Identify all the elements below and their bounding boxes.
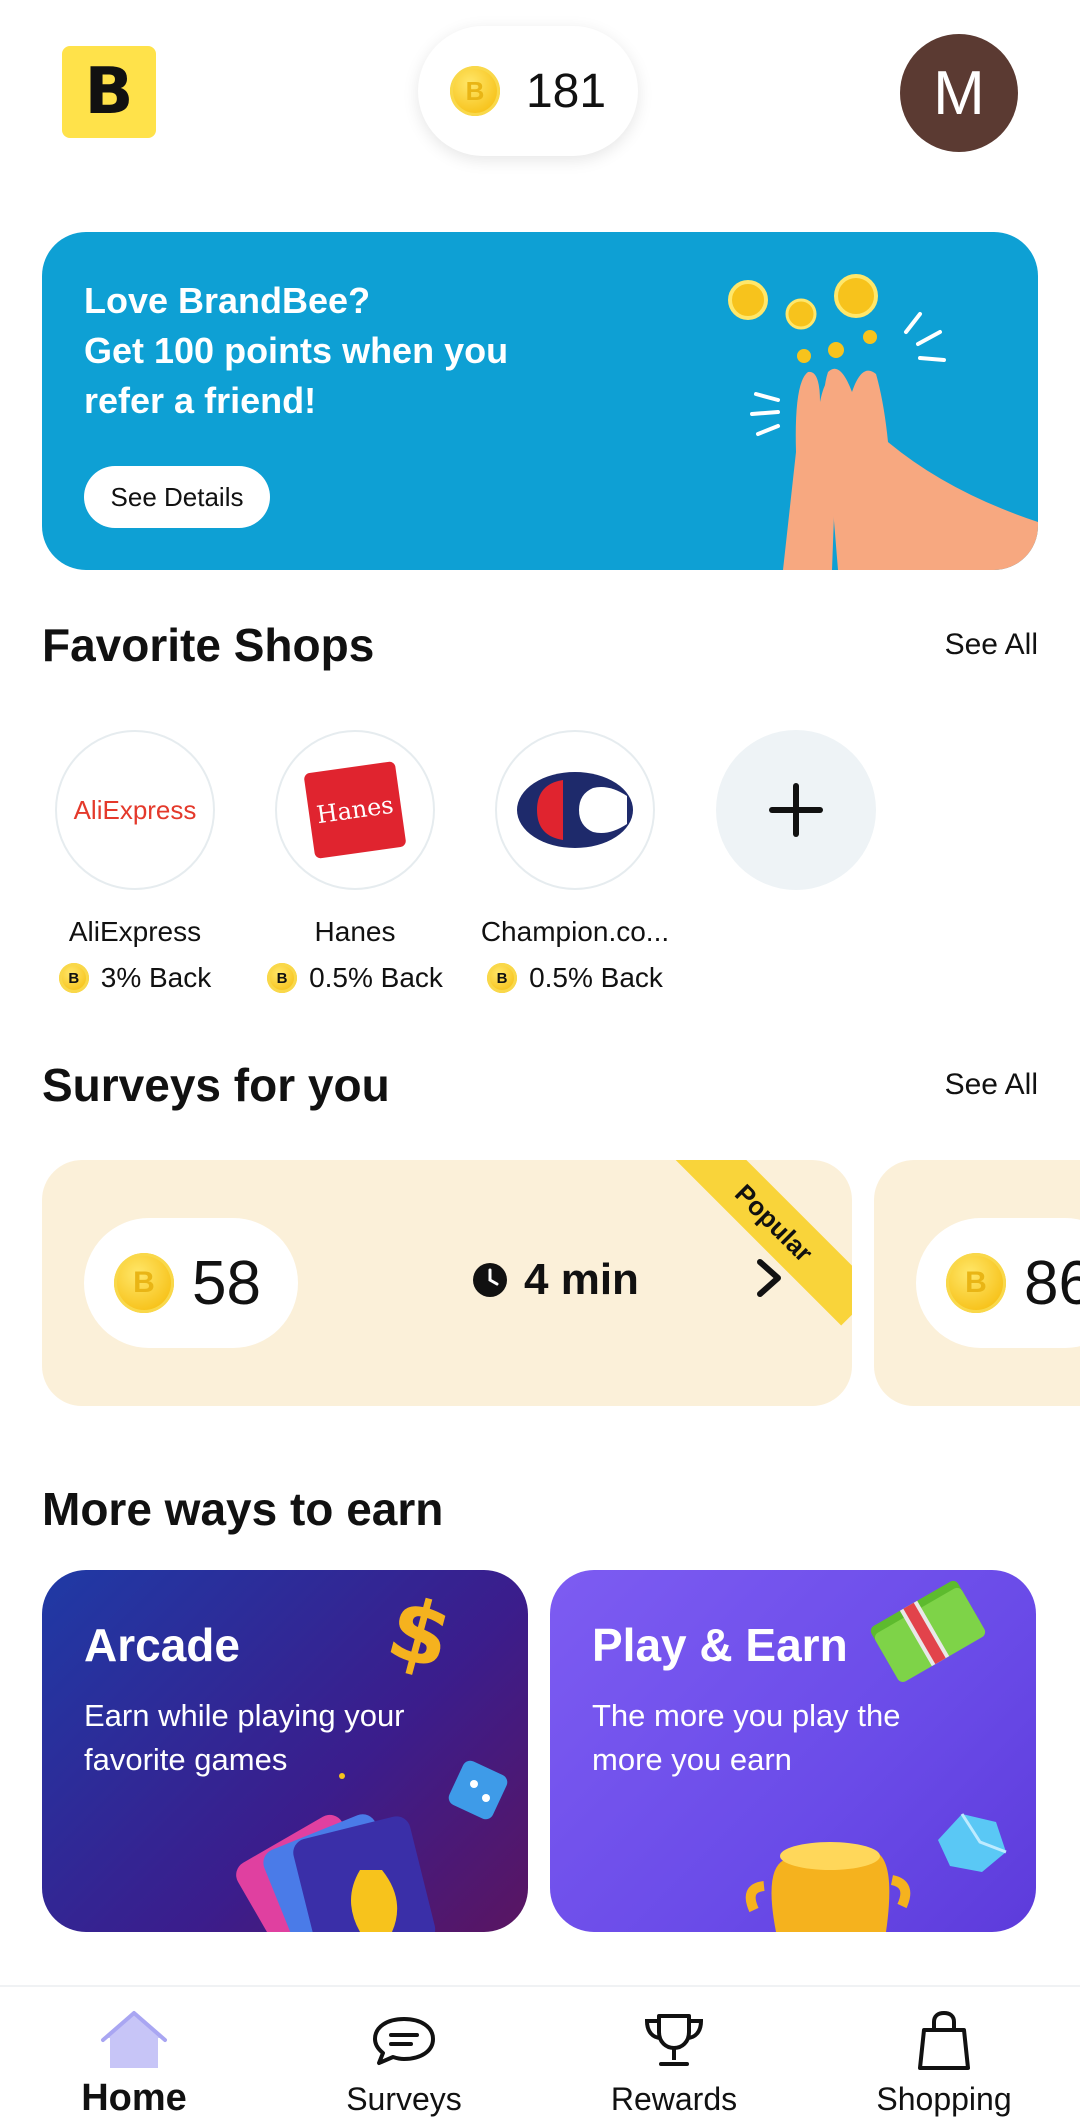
- hanes-logo: Hanes: [275, 730, 435, 890]
- arcade-illustration: $: [236, 1578, 508, 1932]
- nav-label-shopping: Shopping: [876, 2081, 1012, 2117]
- popular-badge: Popular: [674, 1160, 852, 1338]
- surveys-title: Surveys for you: [42, 1059, 390, 1111]
- points-value: 181: [525, 64, 607, 118]
- survey-points-pill: B 86: [916, 1218, 1080, 1348]
- favorite-shops-title: Favorite Shops: [42, 619, 375, 671]
- nav-item-rewards[interactable]: Rewards: [574, 1987, 774, 2127]
- banner-line-3: refer a friend!: [84, 380, 317, 421]
- play-and-earn-illustration: [745, 1580, 1007, 1932]
- survey-time-value: 4 min: [524, 1255, 639, 1304]
- bottom-navigation: Home Surveys Rewards Shopping: [0, 1985, 1080, 2127]
- hanes-logo-flag: Hanes: [303, 761, 407, 859]
- favorite-shops-see-all-link[interactable]: See All: [945, 628, 1038, 662]
- shop-hanes[interactable]: Hanes Hanes B 0.5% Back: [245, 730, 465, 994]
- banner-line-2: Get 100 points when you: [84, 330, 509, 371]
- nav-label-rewards: Rewards: [610, 2081, 738, 2117]
- coin-icon: B: [449, 66, 500, 116]
- clock-icon: [473, 1263, 507, 1297]
- aliexpress-logo: AliExpress: [55, 730, 215, 890]
- referral-banner[interactable]: Love BrandBee? Get 100 points when you r…: [42, 232, 1038, 570]
- shopping-bag-icon: [916, 2009, 972, 2073]
- shop-name: AliExpress: [68, 916, 202, 947]
- play-and-earn-card[interactable]: Play & Earn The more you play the more y…: [550, 1570, 1036, 1932]
- more-ways-title: More ways to earn: [42, 1483, 444, 1535]
- cashback-label: B 0.5% Back: [245, 962, 465, 994]
- cashback-label: B 0.5% Back: [465, 962, 685, 994]
- nav-label-home: Home: [81, 2077, 187, 2119]
- banner-text: Love BrandBee? Get 100 points when you r…: [84, 276, 604, 426]
- plus-icon: [769, 783, 823, 837]
- shop-champion[interactable]: Champion.co... B 0.5% Back: [465, 730, 685, 994]
- shop-name: Champion.co...: [480, 916, 670, 947]
- survey-duration: 4 min: [472, 1255, 639, 1305]
- coin-icon: B: [946, 1253, 1006, 1313]
- logo-letter: B: [84, 55, 134, 129]
- cashback-label: B 3% Back: [25, 962, 245, 994]
- coin-icon: B: [487, 963, 518, 993]
- svg-text:$: $: [378, 1578, 462, 1690]
- add-shop-button[interactable]: [716, 730, 876, 890]
- survey-card[interactable]: B 58 4 min Popular: [42, 1160, 852, 1406]
- see-details-button[interactable]: See Details: [84, 466, 270, 528]
- survey-points: 86: [1024, 1248, 1080, 1318]
- banner-line-1: Love BrandBee?: [84, 280, 371, 321]
- champion-c-icon: [517, 772, 633, 848]
- home-icon: [100, 2009, 168, 2073]
- arcade-card[interactable]: Arcade Earn while playing your favorite …: [42, 1570, 528, 1932]
- chat-icon: [371, 2009, 437, 2073]
- high-five-illustration: [728, 274, 1038, 570]
- trophy-icon: [641, 2009, 707, 2073]
- coin-icon: B: [267, 963, 298, 993]
- champion-logo: [495, 730, 655, 890]
- hanes-logo-text: Hanes: [314, 790, 396, 830]
- coin-icon: B: [58, 963, 89, 993]
- avatar-initial: M: [933, 58, 985, 128]
- survey-card[interactable]: B 86: [874, 1160, 1080, 1406]
- aliexpress-logo-text: AliExpress: [73, 794, 197, 825]
- nav-item-shopping[interactable]: Shopping: [844, 1987, 1044, 2127]
- survey-points: 58: [192, 1248, 261, 1318]
- brandbee-logo[interactable]: B: [62, 46, 156, 138]
- nav-item-surveys[interactable]: Surveys: [304, 1987, 504, 2127]
- shop-aliexpress[interactable]: AliExpress AliExpress B 3% Back: [25, 730, 245, 994]
- cashback-value: 0.5% Back: [309, 962, 443, 993]
- avatar[interactable]: M: [900, 34, 1018, 152]
- app-header: B B 181 M: [0, 0, 1080, 190]
- nav-label-surveys: Surveys: [346, 2081, 462, 2117]
- coin-icon: B: [114, 1253, 174, 1313]
- cashback-value: 0.5% Back: [529, 962, 663, 993]
- nav-item-home[interactable]: Home: [34, 1987, 234, 2127]
- survey-points-pill: B 58: [84, 1218, 298, 1348]
- popular-badge-label: Popular: [674, 1160, 852, 1326]
- cashback-value: 3% Back: [100, 962, 212, 993]
- points-balance[interactable]: B 181: [418, 26, 638, 156]
- surveys-see-all-link[interactable]: See All: [945, 1068, 1038, 1102]
- shop-name: Hanes: [314, 916, 396, 947]
